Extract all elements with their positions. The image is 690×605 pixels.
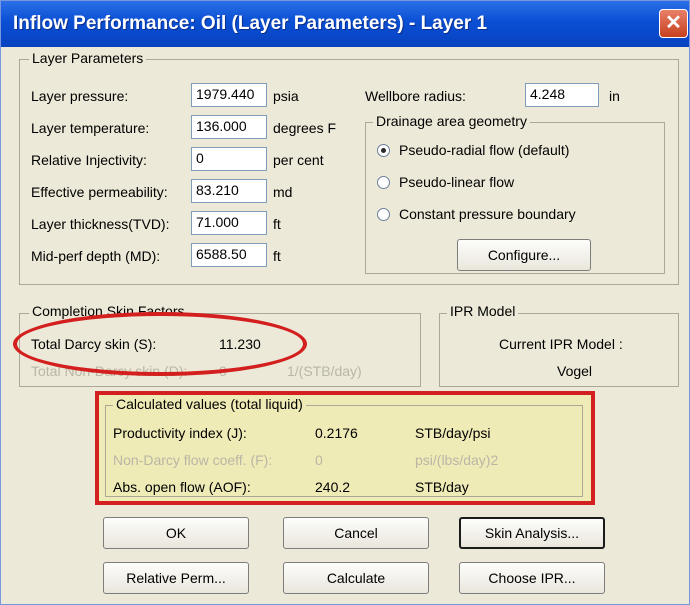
annotation-ellipse bbox=[13, 312, 307, 376]
layer-pressure-label: Layer pressure: bbox=[31, 88, 129, 104]
layer-thickness-label: Layer thickness(TVD): bbox=[31, 216, 170, 232]
aof-value: 240.2 bbox=[315, 479, 351, 495]
radio-pseudo-radial-label[interactable]: Pseudo-radial flow (default) bbox=[399, 142, 569, 158]
choose-ipr-button[interactable]: Choose IPR... bbox=[459, 562, 605, 594]
ok-button[interactable]: OK bbox=[103, 517, 249, 549]
cancel-button[interactable]: Cancel bbox=[283, 517, 429, 549]
dialog-window: Inflow Performance: Oil (Layer Parameter… bbox=[0, 0, 690, 605]
ipr-model-group-label: IPR Model bbox=[447, 303, 519, 319]
effective-permeability-label: Effective permeability: bbox=[31, 184, 168, 200]
non-darcy-coeff-unit: psi/(lbs/day)2 bbox=[415, 452, 499, 468]
relative-injectivity-field[interactable]: 0 bbox=[191, 147, 267, 171]
current-ipr-model-label: Current IPR Model : bbox=[499, 336, 623, 352]
mid-perf-depth-field[interactable]: 6588.50 bbox=[191, 243, 267, 267]
relative-injectivity-unit: per cent bbox=[273, 152, 324, 168]
non-darcy-coeff-value: 0 bbox=[315, 452, 323, 468]
skin-analysis-button[interactable]: Skin Analysis... bbox=[459, 517, 605, 549]
effective-permeability-unit: md bbox=[273, 184, 293, 200]
radio-pseudo-linear-label[interactable]: Pseudo-linear flow bbox=[399, 174, 514, 190]
layer-parameters-group-label: Layer Parameters bbox=[29, 50, 147, 66]
wellbore-radius-unit: in bbox=[609, 88, 620, 104]
close-button[interactable]: ✕ bbox=[659, 9, 688, 38]
aof-label: Abs. open flow (AOF): bbox=[113, 479, 251, 495]
relative-injectivity-label: Relative Injectivity: bbox=[31, 152, 147, 168]
window-title: Inflow Performance: Oil (Layer Parameter… bbox=[13, 13, 488, 34]
productivity-index-label: Productivity index (J): bbox=[113, 425, 247, 441]
mid-perf-depth-unit: ft bbox=[273, 248, 281, 264]
layer-temperature-label: Layer temperature: bbox=[31, 120, 150, 136]
calculate-button[interactable]: Calculate bbox=[283, 562, 429, 594]
aof-unit: STB/day bbox=[415, 479, 469, 495]
layer-temperature-field[interactable]: 136.000 bbox=[191, 115, 267, 139]
layer-pressure-field[interactable]: 1979.440 bbox=[191, 83, 267, 107]
relative-perm-button[interactable]: Relative Perm... bbox=[103, 562, 249, 594]
non-darcy-coeff-label: Non-Darcy flow coeff. (F): bbox=[113, 452, 273, 468]
drainage-geometry-group-label: Drainage area geometry bbox=[373, 113, 530, 129]
productivity-index-value: 0.2176 bbox=[315, 425, 358, 441]
non-darcy-skin-unit: 1/(STB/day) bbox=[287, 363, 362, 379]
layer-pressure-unit: psia bbox=[273, 88, 299, 104]
current-ipr-model-value: Vogel bbox=[557, 363, 593, 379]
layer-thickness-field[interactable]: 71.000 bbox=[191, 211, 267, 235]
wellbore-radius-field[interactable]: 4.248 bbox=[525, 83, 599, 107]
layer-thickness-unit: ft bbox=[273, 216, 281, 232]
calculated-values-group-label: Calculated values (total liquid) bbox=[113, 396, 306, 412]
mid-perf-depth-label: Mid-perf depth (MD): bbox=[31, 248, 161, 264]
wellbore-radius-label: Wellbore radius: bbox=[365, 88, 466, 104]
productivity-index-unit: STB/day/psi bbox=[415, 425, 491, 441]
effective-permeability-field[interactable]: 83.210 bbox=[191, 179, 267, 203]
close-icon: ✕ bbox=[665, 12, 682, 34]
configure-button[interactable]: Configure... bbox=[457, 239, 591, 271]
radio-constant-pressure[interactable] bbox=[377, 208, 390, 221]
title-bar[interactable]: Inflow Performance: Oil (Layer Parameter… bbox=[1, 1, 689, 47]
layer-temperature-unit: degrees F bbox=[273, 120, 337, 136]
radio-pseudo-linear[interactable] bbox=[377, 176, 390, 189]
radio-constant-pressure-label[interactable]: Constant pressure boundary bbox=[399, 206, 576, 222]
radio-pseudo-radial[interactable] bbox=[377, 144, 390, 157]
